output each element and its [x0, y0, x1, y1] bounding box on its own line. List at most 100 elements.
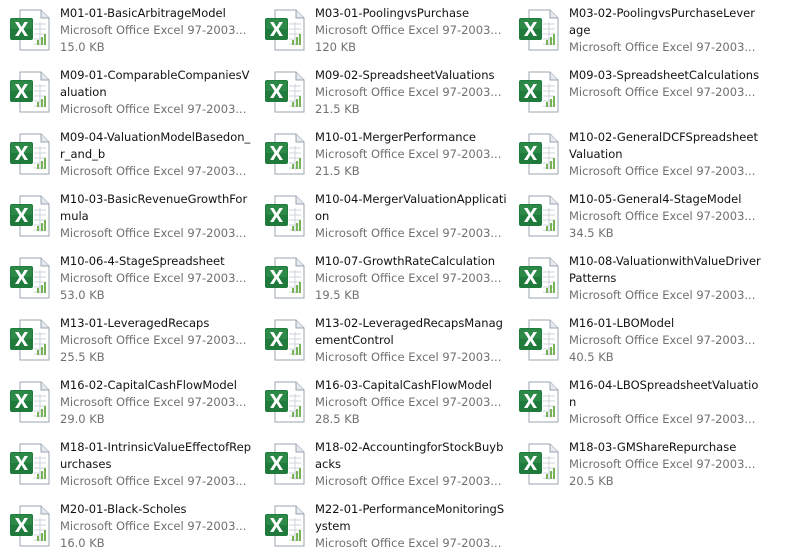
excel-spreadsheet-icon: [8, 8, 52, 52]
excel-spreadsheet-icon: [8, 504, 52, 548]
file-size: 34.5 KB: [569, 226, 614, 240]
file-item[interactable]: M10-08-ValuationwithValueDriverPatterns M…: [512, 252, 762, 310]
file-type: Microsoft Office Excel 97-2003...: [315, 271, 502, 285]
file-size: 21.5 KB: [315, 164, 360, 178]
file-name: M10-03-BasicRevenueGrowthFormula: [60, 192, 248, 223]
file-details: M03-02-PoolingvsPurchaseLeverage Microsof…: [569, 5, 761, 56]
file-type: Microsoft Office Excel 97-2003...: [315, 226, 502, 240]
excel-spreadsheet-icon: [517, 132, 561, 176]
file-details: M18-01-IntrinsicValueEffectofRepurchases…: [60, 439, 252, 490]
file-details: M10-03-BasicRevenueGrowthFormula Microsof…: [60, 191, 252, 242]
excel-spreadsheet-icon: [8, 132, 52, 176]
excel-spreadsheet-icon: [263, 318, 307, 362]
file-type: Microsoft Office Excel 97-2003...: [569, 288, 756, 302]
file-size: 25.5 KB: [60, 350, 105, 364]
file-details: M10-04-MergerValuationApplication Microso…: [315, 191, 507, 242]
file-details: M10-07-GrowthRateCalculation Microsoft Of…: [315, 253, 507, 304]
file-type: Microsoft Office Excel 97-2003...: [569, 457, 756, 471]
file-item[interactable]: M18-01-IntrinsicValueEffectofRepurchases…: [3, 438, 253, 496]
excel-spreadsheet-icon: [263, 132, 307, 176]
file-type: Microsoft Office Excel 97-2003...: [315, 536, 502, 550]
excel-spreadsheet-icon: [517, 442, 561, 486]
file-details: M10-08-ValuationwithValueDriverPatterns M…: [569, 253, 761, 304]
file-item[interactable]: M22-01-PerformanceMonitoringSystem Micros…: [258, 500, 508, 558]
file-item[interactable]: M13-02-LeveragedRecapsManagementControl M…: [258, 314, 508, 372]
file-item[interactable]: M10-01-MergerPerformance Microsoft Office…: [258, 128, 508, 186]
file-size: 16.0 KB: [60, 536, 105, 550]
file-name: M10-07-GrowthRateCalculation: [315, 254, 496, 268]
file-name: M16-04-LBOSpreadsheetValuation: [569, 378, 759, 409]
excel-spreadsheet-icon: [263, 194, 307, 238]
file-name: M22-01-PerformanceMonitoringSystem: [315, 502, 505, 533]
file-item[interactable]: M01-01-BasicArbitrageModel Microsoft Offi…: [3, 4, 253, 62]
excel-spreadsheet-icon: [263, 442, 307, 486]
file-name: M09-02-SpreadsheetValuations: [315, 68, 495, 82]
file-item[interactable]: M10-06-4-StageSpreadsheet Microsoft Offic…: [3, 252, 253, 310]
file-details: M16-03-CapitalCashFlowModel Microsoft Off…: [315, 377, 507, 428]
file-item[interactable]: M09-04-ValuationModelBasedon_r_and_b Micr…: [3, 128, 253, 186]
file-details: M18-03-GMShareRepurchase Microsoft Office…: [569, 439, 761, 490]
file-item[interactable]: M16-01-LBOModel Microsoft Office Excel 97…: [512, 314, 762, 372]
excel-spreadsheet-icon: [517, 8, 561, 52]
file-item[interactable]: M16-04-LBOSpreadsheetValuation Microsoft …: [512, 376, 762, 434]
file-item[interactable]: M10-02-GeneralDCFSpreadsheetValuation Mic…: [512, 128, 762, 186]
excel-spreadsheet-icon: [517, 70, 561, 114]
file-type: Microsoft Office Excel 97-2003...: [315, 147, 502, 161]
excel-spreadsheet-icon: [517, 380, 561, 424]
file-type: Microsoft Office Excel 97-2003...: [569, 85, 756, 99]
file-type: Microsoft Office Excel 97-2003...: [60, 102, 247, 116]
file-item[interactable]: M16-02-CapitalCashFlowModel Microsoft Off…: [3, 376, 253, 434]
file-type: Microsoft Office Excel 97-2003...: [315, 23, 502, 37]
file-item[interactable]: M18-03-GMShareRepurchase Microsoft Office…: [512, 438, 762, 496]
file-item[interactable]: M16-03-CapitalCashFlowModel Microsoft Off…: [258, 376, 508, 434]
excel-spreadsheet-icon: [263, 70, 307, 114]
file-item[interactable]: M10-04-MergerValuationApplication Microso…: [258, 190, 508, 248]
file-name: M09-01-ComparableCompaniesValuation: [60, 68, 250, 99]
file-type: Microsoft Office Excel 97-2003...: [569, 164, 756, 178]
file-details: M20-01-Black-Scholes Microsoft Office Exc…: [60, 501, 252, 552]
file-name: M10-01-MergerPerformance: [315, 130, 476, 144]
file-details: M13-02-LeveragedRecapsManagementControl M…: [315, 315, 507, 366]
file-details: M16-04-LBOSpreadsheetValuation Microsoft …: [569, 377, 761, 428]
file-type: Microsoft Office Excel 97-2003...: [569, 209, 756, 223]
file-name: M16-02-CapitalCashFlowModel: [60, 378, 237, 392]
file-name: M10-04-MergerValuationApplication: [315, 192, 507, 223]
excel-spreadsheet-icon: [8, 318, 52, 362]
file-type: Microsoft Office Excel 97-2003...: [60, 271, 247, 285]
excel-spreadsheet-icon: [8, 442, 52, 486]
file-item[interactable]: M03-01-PoolingvsPurchase Microsoft Office…: [258, 4, 508, 62]
file-item[interactable]: M20-01-Black-Scholes Microsoft Office Exc…: [3, 500, 253, 558]
file-size: 28.5 KB: [315, 412, 360, 426]
file-details: M18-02-AccountingforStockBuybacks Microso…: [315, 439, 507, 490]
file-name: M13-01-LeveragedRecaps: [60, 316, 210, 330]
file-name: M10-05-General4-StageModel: [569, 192, 742, 206]
file-type: Microsoft Office Excel 97-2003...: [60, 226, 247, 240]
file-details: M10-05-General4-StageModel Microsoft Offi…: [569, 191, 761, 242]
file-type: Microsoft Office Excel 97-2003...: [569, 412, 756, 426]
file-item[interactable]: M10-07-GrowthRateCalculation Microsoft Of…: [258, 252, 508, 310]
file-name: M18-03-GMShareRepurchase: [569, 440, 737, 454]
file-type: Microsoft Office Excel 97-2003...: [315, 395, 502, 409]
file-size: 21.5 KB: [315, 102, 360, 116]
file-details: M09-04-ValuationModelBasedon_r_and_b Micr…: [60, 129, 252, 180]
file-type: Microsoft Office Excel 97-2003...: [60, 519, 247, 533]
excel-spreadsheet-icon: [8, 256, 52, 300]
file-item[interactable]: M18-02-AccountingforStockBuybacks Microso…: [258, 438, 508, 496]
file-type: Microsoft Office Excel 97-2003...: [569, 40, 756, 54]
file-item[interactable]: M09-03-SpreadsheetCalculations Microsoft …: [512, 66, 762, 124]
file-type: Microsoft Office Excel 97-2003...: [315, 474, 502, 488]
file-item[interactable]: M09-01-ComparableCompaniesValuation Micro…: [3, 66, 253, 124]
file-name: M03-01-PoolingvsPurchase: [315, 6, 470, 20]
excel-spreadsheet-icon: [517, 256, 561, 300]
excel-spreadsheet-icon: [263, 504, 307, 548]
file-name: M09-04-ValuationModelBasedon_r_and_b: [60, 130, 251, 161]
file-item[interactable]: M10-05-General4-StageModel Microsoft Offi…: [512, 190, 762, 248]
file-item[interactable]: M13-01-LeveragedRecaps Microsoft Office E…: [3, 314, 253, 372]
file-item[interactable]: M03-02-PoolingvsPurchaseLeverage Microsof…: [512, 4, 762, 62]
file-details: M10-01-MergerPerformance Microsoft Office…: [315, 129, 507, 180]
file-details: M09-03-SpreadsheetCalculations Microsoft …: [569, 67, 761, 101]
file-details: M16-01-LBOModel Microsoft Office Excel 97…: [569, 315, 761, 366]
excel-spreadsheet-icon: [263, 256, 307, 300]
file-item[interactable]: M09-02-SpreadsheetValuations Microsoft Of…: [258, 66, 508, 124]
file-item[interactable]: M10-03-BasicRevenueGrowthFormula Microsof…: [3, 190, 253, 248]
